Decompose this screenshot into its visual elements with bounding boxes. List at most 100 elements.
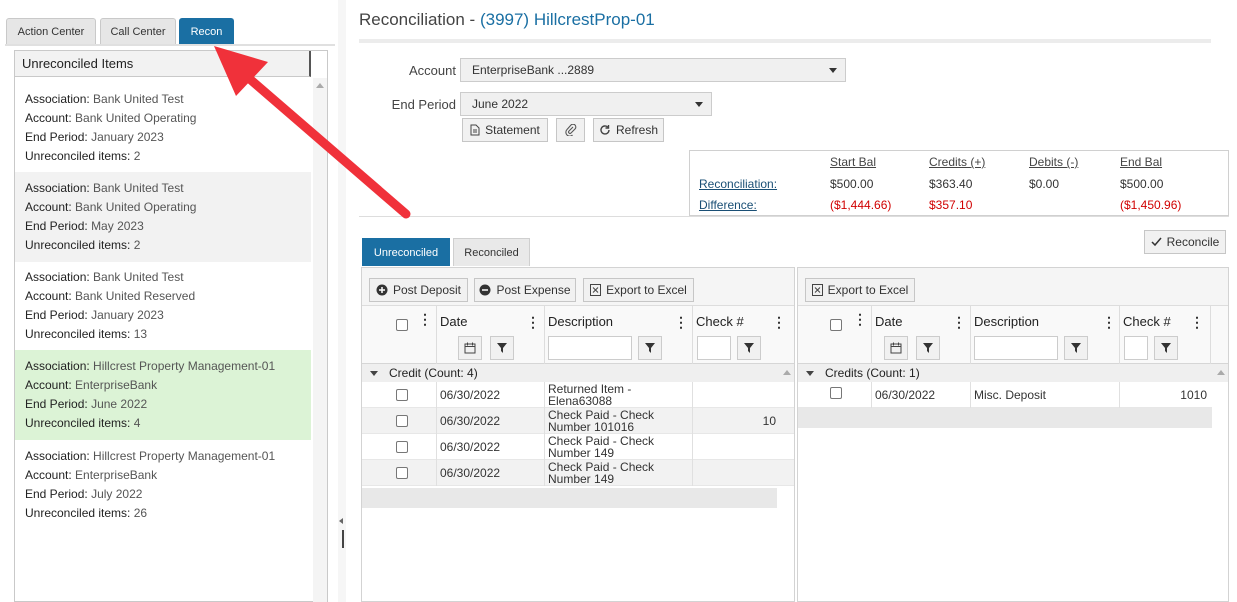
cell-divider: [692, 434, 693, 460]
row-checkbox[interactable]: [396, 467, 408, 479]
refresh-button[interactable]: Refresh: [593, 118, 664, 142]
unreconciled-card[interactable]: Association: Bank United Test Account: B…: [15, 261, 311, 351]
tab-underline: [5, 44, 335, 46]
cell-divider: [436, 382, 437, 408]
scroll-up-icon[interactable]: [783, 370, 791, 375]
collapse-triangle-icon[interactable]: [370, 370, 378, 376]
tab-action-center[interactable]: Action Center: [6, 18, 96, 44]
reconcile-label: Reconcile: [1166, 235, 1220, 249]
cell-divider: [436, 434, 437, 460]
association-value: Bank United Test: [93, 270, 184, 284]
export-excel-button[interactable]: Export to Excel: [805, 278, 915, 302]
column-menu-icon[interactable]: ⋮: [772, 314, 786, 331]
row-checkbox[interactable]: [396, 441, 408, 453]
description-filter-button[interactable]: [638, 336, 662, 360]
post-deposit-button[interactable]: Post Deposit: [369, 278, 468, 302]
check-column-header[interactable]: Check #: [1123, 314, 1171, 329]
column-menu-icon[interactable]: ⋮: [674, 314, 688, 331]
document-icon: [470, 124, 480, 136]
unreconciled-scrollbar[interactable]: [313, 78, 327, 602]
date-filter-button[interactable]: [490, 336, 514, 360]
splitter-handle[interactable]: [342, 530, 344, 548]
panel-splitter[interactable]: [338, 0, 346, 602]
date-column-header[interactable]: Date: [440, 314, 467, 329]
items-label: Unreconciled items:: [25, 416, 131, 430]
scroll-up-icon[interactable]: [316, 83, 324, 88]
collapse-arrow-icon[interactable]: [339, 518, 343, 524]
column-menu-icon[interactable]: ⋮: [1102, 314, 1116, 331]
group-row[interactable]: Credits (Count: 1): [798, 364, 1228, 382]
reconciled-grid: Export to Excel ⋮ Date ⋮ Description ⋮ C…: [797, 267, 1229, 602]
tab-unreconciled[interactable]: Unreconciled: [362, 238, 450, 266]
unreconciled-card-selected[interactable]: Association: Hillcrest Property Manageme…: [15, 350, 311, 440]
account-label: Account:: [25, 378, 72, 392]
statement-button[interactable]: Statement: [462, 118, 548, 142]
check-filter-button[interactable]: [737, 336, 761, 360]
column-divider: [436, 306, 437, 364]
refresh-label: Refresh: [615, 123, 659, 137]
check-cell: [696, 434, 776, 460]
scroll-up-icon[interactable]: [1217, 370, 1225, 375]
column-menu-icon[interactable]: ⋮: [526, 314, 540, 331]
end-period-select[interactable]: June 2022: [460, 92, 712, 116]
row-checkbox[interactable]: [396, 415, 408, 427]
cell-divider: [544, 408, 545, 434]
column-divider: [544, 306, 545, 364]
description-column-header[interactable]: Description: [548, 314, 613, 329]
group-footer: [798, 408, 1212, 428]
column-menu-icon[interactable]: ⋮: [418, 311, 432, 328]
unreconciled-panel: Unreconciled Items Association: Bank Uni…: [14, 50, 328, 602]
select-all-checkbox[interactable]: [830, 319, 842, 331]
attach-button[interactable]: [556, 118, 585, 142]
date-filter-button[interactable]: [916, 336, 940, 360]
reconciliation-start: $500.00: [830, 177, 874, 191]
row-checkbox[interactable]: [830, 387, 842, 399]
table-row[interactable]: 06/30/2022 Check Paid - Check Number 149: [362, 460, 794, 486]
grid-header-row: ⋮ Date ⋮ Description ⋮ Check # ⋮: [362, 306, 794, 364]
post-expense-button[interactable]: Post Expense: [474, 278, 576, 302]
collapse-triangle-icon[interactable]: [806, 370, 814, 376]
tab-reconciled[interactable]: Reconciled: [453, 238, 530, 266]
description-column-header[interactable]: Description: [974, 314, 1039, 329]
check-filter-input[interactable]: [697, 336, 731, 360]
date-picker-button[interactable]: [884, 336, 908, 360]
column-divider: [1210, 306, 1211, 364]
account-select[interactable]: EnterpriseBank ...2889: [460, 58, 846, 82]
export-excel-button[interactable]: Export to Excel: [583, 278, 694, 302]
select-all-checkbox[interactable]: [396, 319, 408, 331]
table-row[interactable]: 06/30/2022 Returned Item - Elena63088: [362, 382, 794, 408]
check-column-header[interactable]: Check #: [696, 314, 744, 329]
page-title-property[interactable]: (3997) HillcrestProp-01: [480, 10, 655, 29]
reconciliation-end: $500.00: [1120, 177, 1164, 191]
tab-recon[interactable]: Recon: [179, 18, 234, 44]
description-filter-input[interactable]: [974, 336, 1058, 360]
filter-icon: [497, 343, 507, 353]
group-row[interactable]: Credit (Count: 4): [362, 364, 794, 382]
check-cell: [696, 382, 776, 408]
description-filter-input[interactable]: [548, 336, 632, 360]
cell-divider: [871, 382, 872, 408]
check-filter-button[interactable]: [1154, 336, 1178, 360]
cell-divider: [544, 434, 545, 460]
excel-icon: [590, 284, 602, 296]
unreconciled-card[interactable]: Association: Bank United Test Account: B…: [15, 83, 311, 173]
end-bal-header: End Bal: [1120, 155, 1163, 169]
reconcile-button[interactable]: Reconcile: [1144, 230, 1226, 254]
column-menu-icon[interactable]: ⋮: [952, 314, 966, 331]
table-row[interactable]: 06/30/2022 Check Paid - Check Number 101…: [362, 408, 794, 434]
date-column-header[interactable]: Date: [875, 314, 902, 329]
column-menu-icon[interactable]: ⋮: [853, 311, 867, 328]
group-footer: [362, 488, 777, 508]
table-row[interactable]: 06/30/2022 Check Paid - Check Number 149: [362, 434, 794, 460]
group-label: Credits (Count: 1): [825, 366, 920, 380]
description-filter-button[interactable]: [1064, 336, 1088, 360]
column-menu-icon[interactable]: ⋮: [1190, 314, 1204, 331]
table-row[interactable]: 06/30/2022 Misc. Deposit 1010: [798, 382, 1212, 408]
unreconciled-card[interactable]: Association: Hillcrest Property Manageme…: [15, 440, 311, 530]
unreconciled-card[interactable]: Association: Bank United Test Account: B…: [15, 172, 311, 262]
tab-call-center[interactable]: Call Center: [100, 18, 176, 44]
row-checkbox[interactable]: [396, 389, 408, 401]
refresh-icon: [600, 125, 610, 135]
date-picker-button[interactable]: [458, 336, 482, 360]
check-filter-input[interactable]: [1124, 336, 1148, 360]
